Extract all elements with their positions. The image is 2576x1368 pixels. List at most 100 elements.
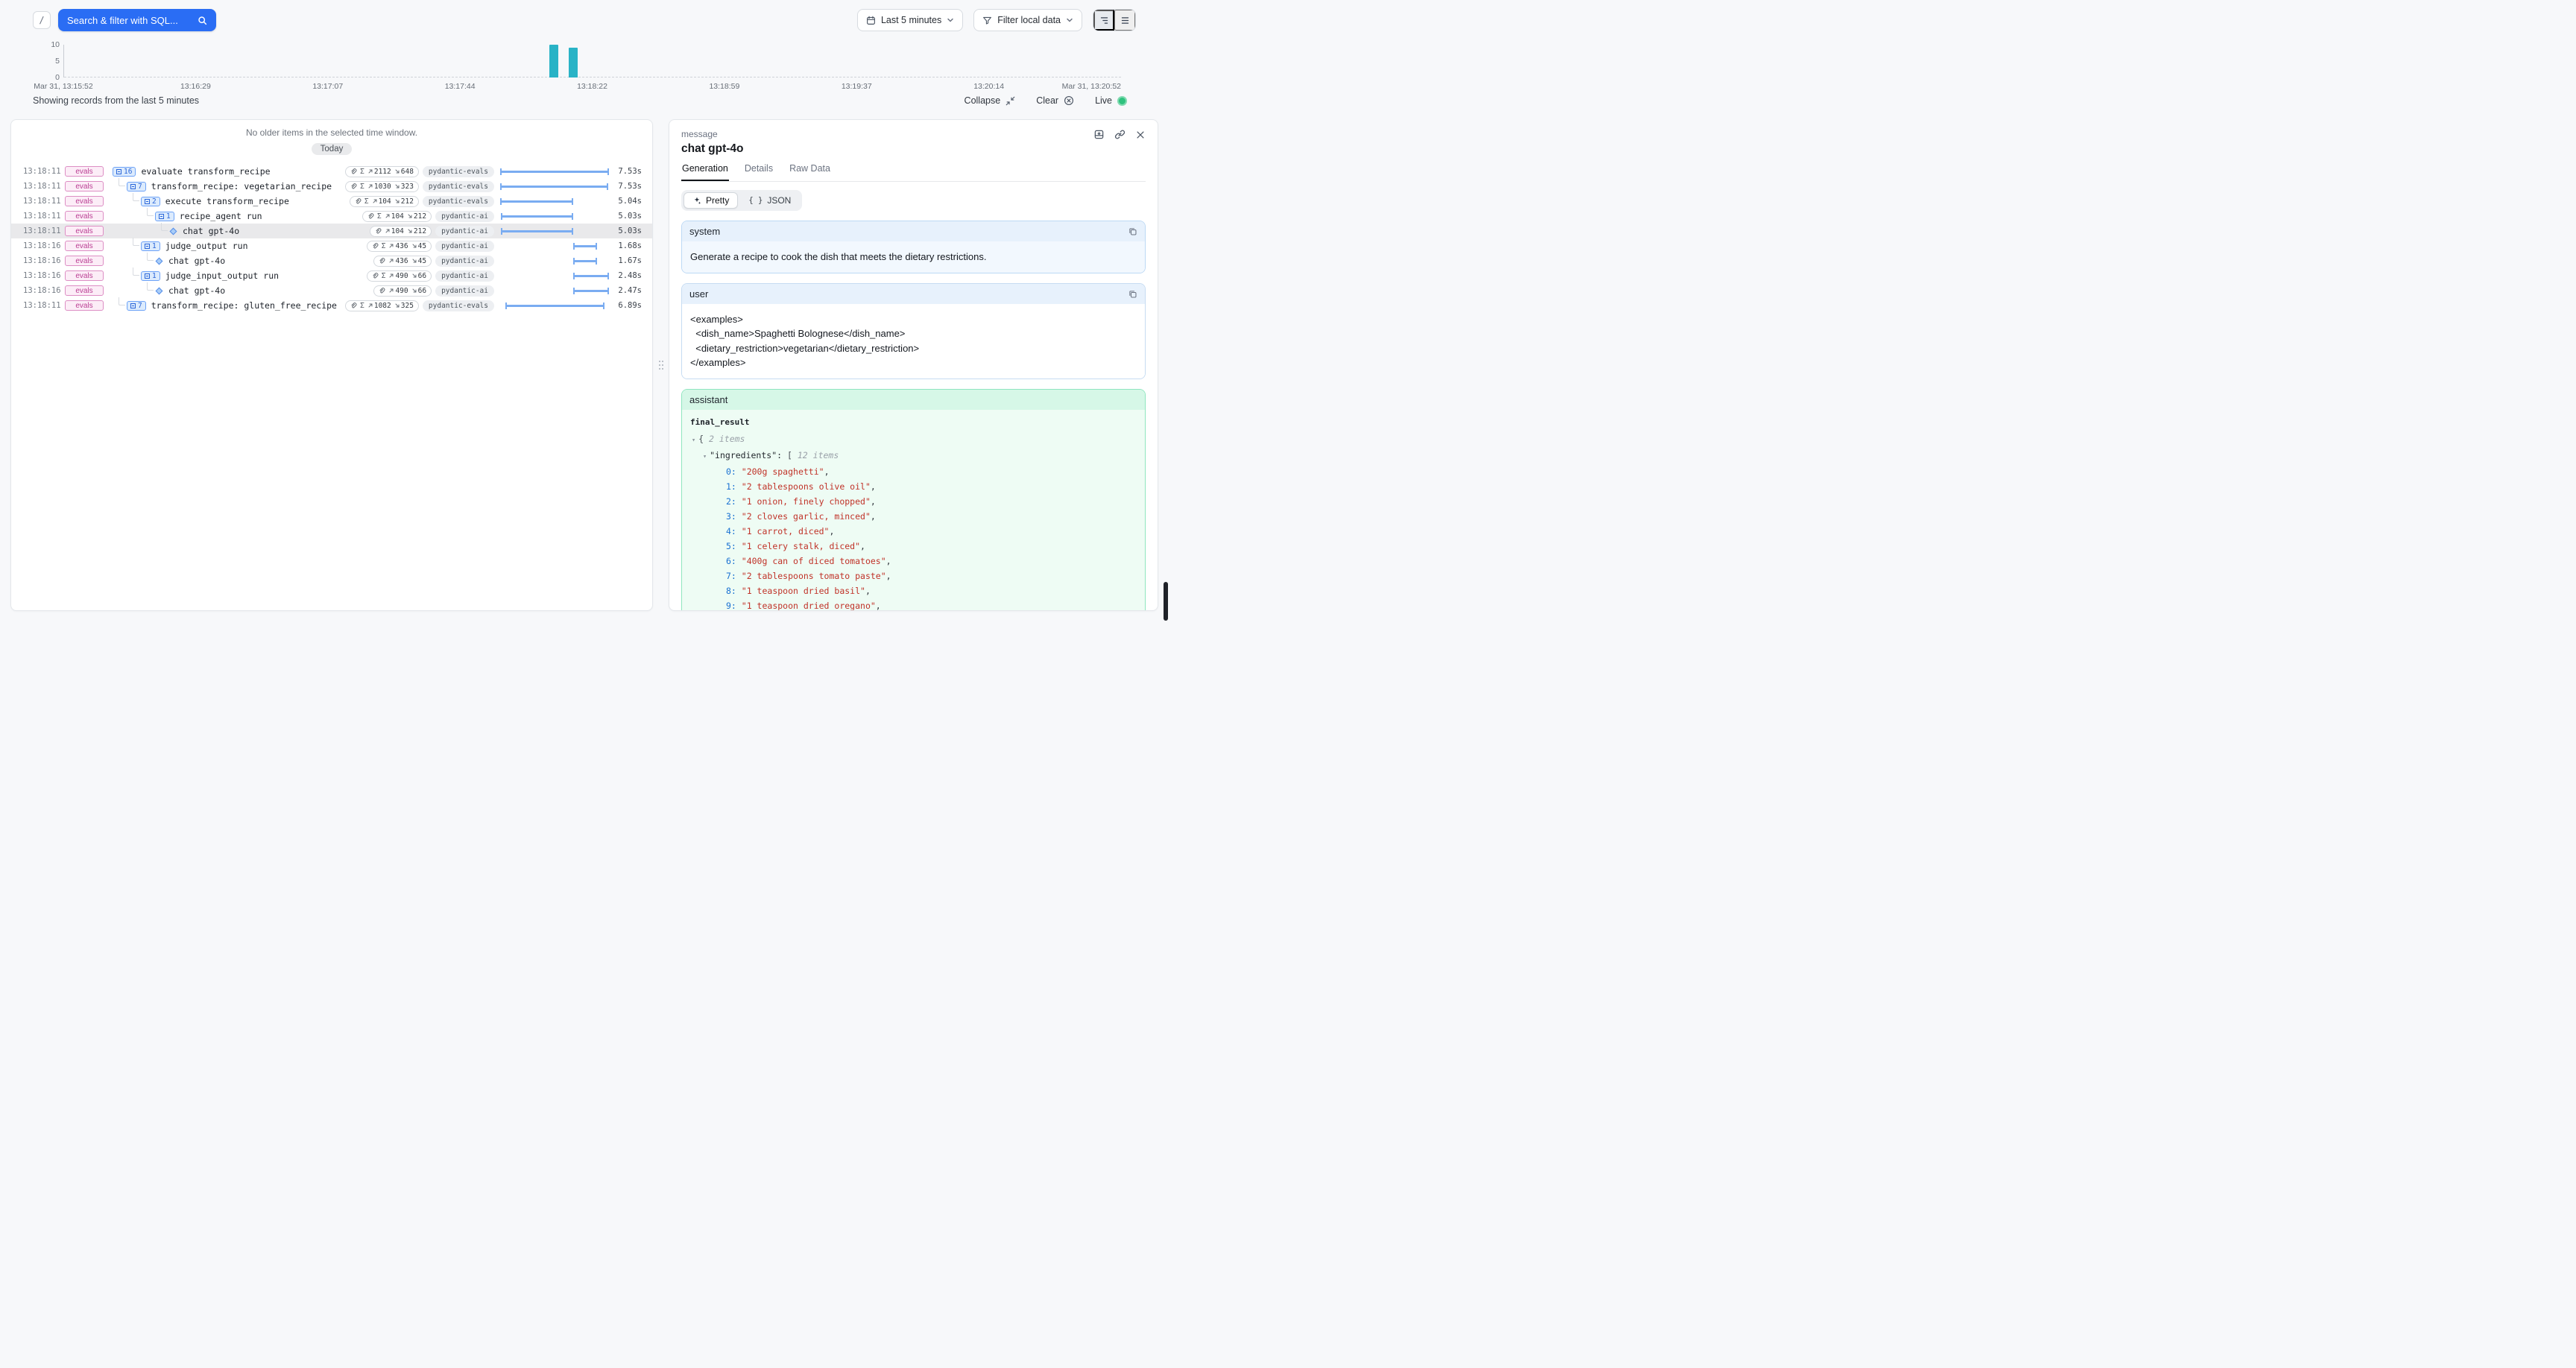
tab-details[interactable]: Details: [744, 163, 774, 181]
token-usage-chip[interactable]: Σ 1030 323: [345, 181, 419, 192]
slash-shortcut-button[interactable]: /: [33, 11, 51, 29]
user-role-label: user: [689, 288, 708, 300]
row-chips: Σ 2112 648 pydantic-evals: [345, 166, 494, 177]
evals-tag-badge[interactable]: evals: [65, 226, 104, 236]
duration-bar[interactable]: [573, 245, 598, 247]
duration-bar[interactable]: [501, 215, 573, 218]
expand-caret-icon[interactable]: ▾: [692, 437, 695, 444]
output-tokens: 45: [411, 257, 426, 265]
trace-row[interactable]: 13:18:11 evals chat gpt-4o 104 212: [11, 224, 652, 238]
package-chip[interactable]: pydantic-ai: [435, 211, 494, 222]
token-usage-chip[interactable]: Σ 104 212: [350, 196, 419, 207]
token-usage-chip[interactable]: Σ 436 45: [367, 241, 432, 252]
evals-tag-badge[interactable]: evals: [65, 166, 104, 177]
package-chip[interactable]: pydantic-ai: [435, 270, 494, 282]
list-view-button[interactable]: [1114, 10, 1135, 31]
json-key-line: ▾"ingredients": [ 12 items: [690, 448, 1137, 464]
histogram-bar[interactable]: [549, 45, 558, 77]
pretty-format-button[interactable]: Pretty: [684, 192, 738, 209]
token-usage-chip[interactable]: 436 45: [373, 256, 432, 267]
trace-row[interactable]: 13:18:16 evals chat gpt-4o 436 45: [11, 253, 652, 268]
token-usage-chip[interactable]: 490 66: [373, 285, 432, 297]
evals-tag-badge[interactable]: evals: [65, 181, 104, 191]
collapse-children-toggle[interactable]: 1: [141, 271, 160, 281]
duration-bar[interactable]: [573, 260, 597, 262]
system-message-text: Generate a recipe to cook the dish that …: [682, 241, 1145, 273]
trace-row[interactable]: 13:18:11 evals 16 evaluate transform_rec…: [11, 164, 652, 179]
tab-raw-data[interactable]: Raw Data: [789, 163, 831, 181]
package-chip[interactable]: pydantic-ai: [435, 256, 494, 267]
assistant-role-label: assistant: [689, 394, 727, 405]
main-area: No older items in the selected time wind…: [10, 119, 1158, 611]
collapse-children-toggle[interactable]: 16: [113, 167, 136, 177]
duration-bar[interactable]: [500, 171, 609, 173]
token-usage-chip[interactable]: Σ 2112 648: [345, 166, 419, 177]
record-kind-label: message: [681, 129, 718, 139]
json-array-item: 7: "2 tablespoons tomato paste",: [690, 569, 1137, 583]
collapse-children-toggle[interactable]: 1: [141, 241, 160, 251]
collapse-children-toggle[interactable]: 7: [127, 301, 146, 311]
clear-button[interactable]: Clear: [1036, 95, 1074, 106]
package-chip[interactable]: pydantic-evals: [423, 300, 494, 311]
trace-row[interactable]: 13:18:11 evals 2 execute transform_recip…: [11, 194, 652, 209]
sql-search-button[interactable]: Search & filter with SQL...: [58, 9, 216, 31]
trace-row[interactable]: 13:18:16 evals 1 judge_output run Σ 436: [11, 238, 652, 253]
duration-bar[interactable]: [501, 230, 573, 232]
duration-bar[interactable]: [500, 200, 573, 203]
trace-row[interactable]: 13:18:16 evals 1 judge_input_output run …: [11, 268, 652, 283]
token-usage-chip[interactable]: Σ 104 212: [362, 211, 432, 222]
collapse-children-toggle[interactable]: 2: [141, 197, 160, 206]
json-format-button[interactable]: { } JSON: [739, 192, 800, 209]
paperclip-icon: [350, 183, 357, 190]
collapse-children-toggle[interactable]: 7: [127, 182, 146, 191]
package-chip[interactable]: pydantic-ai: [435, 241, 494, 252]
package-chip[interactable]: pydantic-evals: [423, 166, 494, 177]
evals-tag-badge[interactable]: evals: [65, 196, 104, 206]
collapse-children-toggle[interactable]: 1: [155, 212, 174, 221]
expand-caret-icon[interactable]: ▾: [703, 453, 707, 460]
package-chip[interactable]: pydantic-evals: [423, 196, 494, 207]
trace-row[interactable]: 13:18:11 evals 7 transform_recipe: glute…: [11, 298, 652, 313]
evals-tag-badge[interactable]: evals: [65, 300, 104, 311]
copy-system-button[interactable]: [1128, 227, 1137, 236]
trace-row[interactable]: 13:18:11 evals 1 recipe_agent run Σ 104: [11, 209, 652, 224]
evals-tag-badge[interactable]: evals: [65, 211, 104, 221]
duration-bar[interactable]: [573, 290, 609, 292]
package-chip[interactable]: pydantic-evals: [423, 181, 494, 192]
tree-connector: [147, 208, 154, 216]
json-array-item: 4: "1 carrot, diced",: [690, 524, 1137, 539]
date-pill[interactable]: Today: [312, 143, 353, 155]
time-range-dropdown[interactable]: Last 5 minutes: [857, 9, 963, 31]
evals-tag-badge[interactable]: evals: [65, 256, 104, 266]
trace-row[interactable]: 13:18:16 evals chat gpt-4o 490 66: [11, 283, 652, 298]
duration-bar-track: [500, 283, 609, 298]
collapse-all-button[interactable]: Collapse: [965, 95, 1016, 106]
close-panel-button[interactable]: [1135, 130, 1146, 140]
duration-bar[interactable]: [500, 186, 608, 188]
root-items-count: 2 items: [709, 434, 745, 444]
duration-bar[interactable]: [573, 275, 609, 277]
panel-resize-handle[interactable]: [659, 361, 663, 370]
package-chip[interactable]: pydantic-ai: [435, 226, 494, 237]
child-count: 16: [124, 168, 132, 176]
json-label: JSON: [767, 195, 791, 206]
scrollbar-thumb[interactable]: [1164, 582, 1168, 621]
trace-row[interactable]: 13:18:11 evals 7 transform_recipe: veget…: [11, 179, 652, 194]
package-chip[interactable]: pydantic-ai: [435, 285, 494, 297]
copy-user-button[interactable]: [1128, 289, 1137, 299]
evals-tag-badge[interactable]: evals: [65, 285, 104, 296]
duration-bar-track: [500, 268, 609, 283]
evals-tag-badge[interactable]: evals: [65, 241, 104, 251]
evals-tag-badge[interactable]: evals: [65, 270, 104, 281]
live-toggle[interactable]: Live: [1095, 95, 1127, 106]
token-usage-chip[interactable]: 104 212: [370, 226, 432, 237]
histogram-bar[interactable]: [569, 48, 578, 77]
filter-local-data-dropdown[interactable]: Filter local data: [973, 9, 1082, 31]
tree-view-button[interactable]: [1093, 10, 1114, 31]
tab-generation[interactable]: Generation: [681, 163, 729, 181]
duration-bar[interactable]: [505, 305, 605, 307]
token-usage-chip[interactable]: Σ 490 66: [367, 270, 432, 282]
copy-link-button[interactable]: [1114, 129, 1126, 140]
dock-panel-button[interactable]: [1093, 129, 1105, 140]
token-usage-chip[interactable]: Σ 1082 325: [345, 300, 419, 311]
